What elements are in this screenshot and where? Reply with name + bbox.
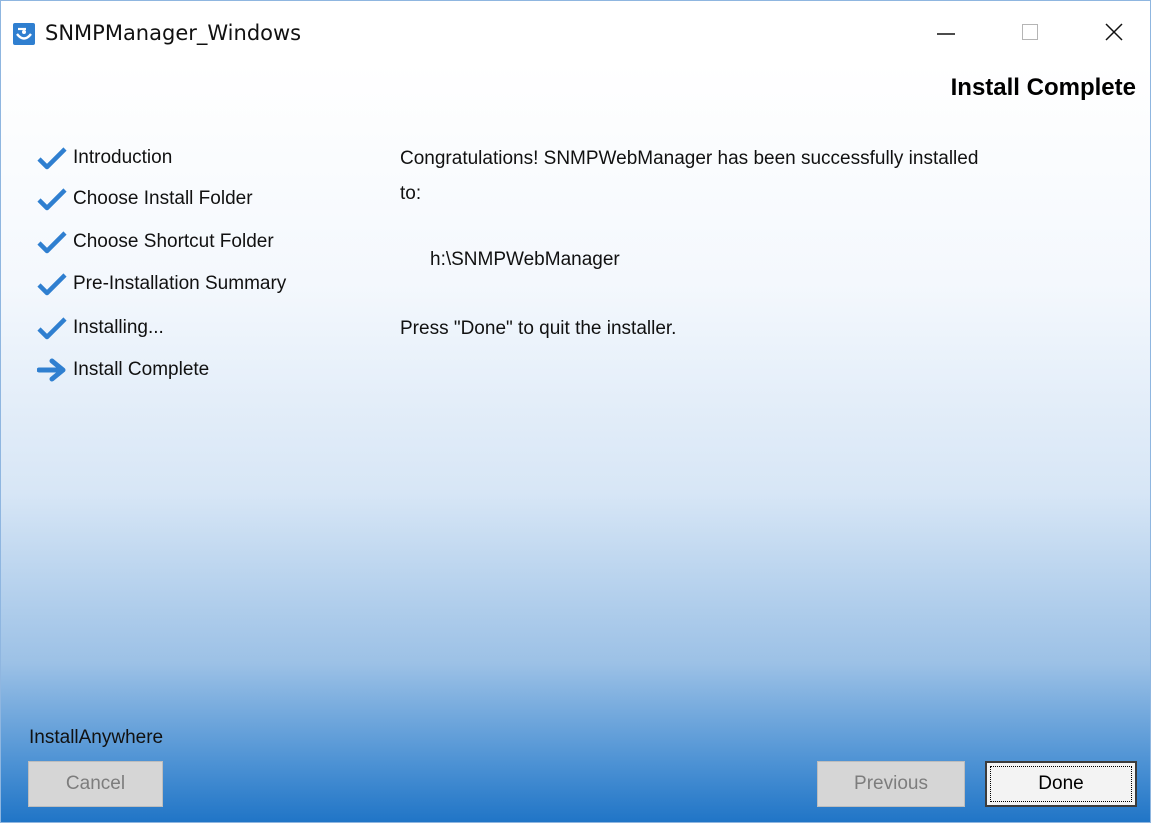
step-item-introduction: Introduction xyxy=(37,143,172,173)
step-item-installing: Installing... xyxy=(37,313,164,343)
minimize-icon xyxy=(937,33,955,35)
arrow-right-icon xyxy=(37,358,66,382)
focus-ring xyxy=(990,766,1132,802)
check-icon xyxy=(37,147,67,170)
step-label: Pre-Installation Summary xyxy=(73,273,287,294)
quit-instruction: Press "Done" to quit the installer. xyxy=(400,318,677,339)
previous-button[interactable]: Previous xyxy=(817,761,965,807)
success-message-line1: Congratulations! SNMPWebManager has been… xyxy=(400,148,979,169)
title-bar[interactable]: SNMPManager_Windows xyxy=(1,1,1150,63)
check-icon xyxy=(37,273,67,296)
step-item-choose-install-folder: Choose Install Folder xyxy=(37,184,253,214)
maximize-icon xyxy=(1022,24,1038,40)
install-path: h:\SNMPWebManager xyxy=(430,249,620,270)
maximize-button[interactable] xyxy=(1005,9,1055,55)
step-label: Installing... xyxy=(73,317,164,338)
step-label: Install Complete xyxy=(73,359,210,380)
minimize-button[interactable] xyxy=(921,9,971,55)
cancel-button[interactable]: Cancel xyxy=(28,761,163,807)
check-icon xyxy=(37,231,67,254)
previous-button-label: Previous xyxy=(854,773,928,794)
step-item-install-complete: Install Complete xyxy=(37,355,209,385)
cancel-button-label: Cancel xyxy=(65,773,126,794)
close-button[interactable] xyxy=(1089,9,1139,55)
step-item-choose-shortcut-folder: Choose Shortcut Folder xyxy=(37,227,274,257)
installer-content-panel xyxy=(1,63,1150,822)
done-button[interactable]: Done xyxy=(985,761,1137,807)
app-icon xyxy=(13,23,35,45)
check-icon xyxy=(37,317,67,340)
success-message-line2: to: xyxy=(400,183,422,204)
brand-label: InstallAnywhere xyxy=(29,727,164,748)
step-label: Introduction xyxy=(73,147,173,168)
installer-window: SNMPManager_Windows Install Complete Int… xyxy=(0,0,1151,823)
page-title: Install Complete xyxy=(950,74,1136,101)
step-label: Choose Shortcut Folder xyxy=(73,231,274,252)
step-item-pre-installation-summary: Pre-Installation Summary xyxy=(37,269,286,299)
step-label: Choose Install Folder xyxy=(73,188,253,209)
close-icon xyxy=(1105,23,1123,41)
window-title: SNMPManager_Windows xyxy=(45,21,302,45)
check-icon xyxy=(37,188,67,211)
